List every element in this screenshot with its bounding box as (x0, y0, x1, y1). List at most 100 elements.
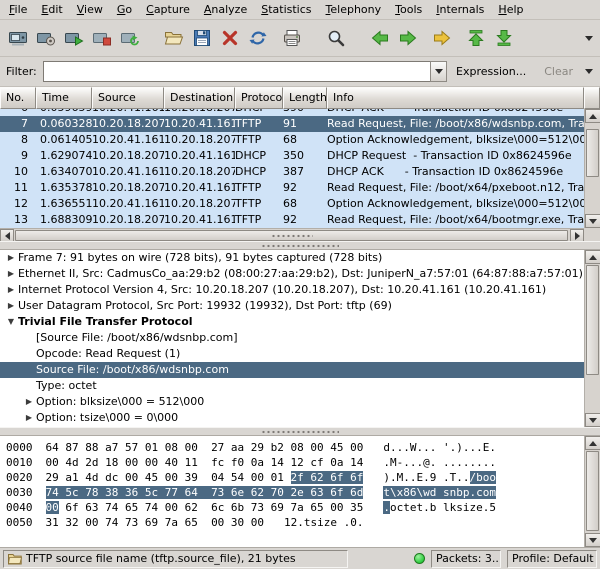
hex-line[interactable]: 005031 32 00 74 73 69 7a 65 00 30 0012.t… (6, 515, 584, 530)
vscroll-thumb[interactable] (586, 129, 599, 177)
scroll-up-button[interactable] (585, 436, 600, 450)
menu-item[interactable]: Edit (34, 1, 69, 19)
expander-icon[interactable]: ▶ (4, 250, 18, 266)
menu-item[interactable]: Tools (388, 1, 429, 19)
hex-vscrollbar[interactable] (584, 436, 600, 547)
hscroll-thumb[interactable] (15, 230, 568, 241)
packet-destination: 10.20.18.207 (164, 132, 235, 148)
capture-options-button[interactable] (32, 24, 60, 52)
capture-start-button[interactable] (60, 24, 88, 52)
menu-item[interactable]: Go (110, 1, 139, 19)
detail-row[interactable]: Type: octet (0, 378, 584, 394)
hex-line[interactable]: 002029 a1 4d dc 00 45 00 39 04 54 00 01 … (6, 470, 584, 485)
packet-row[interactable]: 10 1.634070 10.20.41.161 10.20.18.207 DH… (0, 164, 584, 180)
hex-line[interactable]: 000064 87 88 a7 57 01 08 00 27 aa 29 b2 … (6, 440, 584, 455)
packet-row[interactable]: 12 1.636551 10.20.41.161 10.20.18.207 TF… (0, 196, 584, 212)
detail-row[interactable]: ▶ Option: blksize\000 = 512\000 (0, 394, 584, 410)
details-vscrollbar[interactable] (584, 250, 600, 427)
column-header-no[interactable]: No. (0, 87, 36, 109)
menu-item[interactable]: File (2, 1, 34, 19)
expression-button[interactable]: Expression... (447, 61, 535, 82)
hex-offset: 0020 (6, 471, 33, 484)
capture-restart-button[interactable] (116, 24, 144, 52)
vscroll-thumb[interactable] (586, 451, 599, 531)
detail-row[interactable]: ▶ Frame 7: 91 bytes on wire (728 bits), … (0, 250, 584, 266)
packet-row[interactable]: 13 1.688309 10.20.18.207 10.20.41.161 TF… (0, 212, 584, 228)
column-header-length[interactable]: Length (283, 87, 327, 109)
filter-dropdown-button[interactable] (430, 61, 447, 82)
scroll-corner (584, 228, 600, 241)
scroll-up-button[interactable] (585, 109, 600, 123)
menu-item[interactable]: Capture (139, 1, 197, 19)
detail-row[interactable]: [Source File: /boot/x86/wdsnbp.com] (0, 330, 584, 346)
packet-list-hscrollbar[interactable] (0, 228, 584, 241)
find-packet-button[interactable] (322, 24, 350, 52)
pane-splitter-bottom[interactable] (0, 427, 600, 436)
column-header-source[interactable]: Source (92, 87, 164, 109)
packet-list-vscrollbar[interactable] (584, 109, 600, 228)
scroll-down-button[interactable] (585, 214, 600, 228)
menu-item[interactable]: Analyze (197, 1, 254, 19)
save-file-button[interactable] (188, 24, 216, 52)
capture-interfaces-icon (8, 28, 28, 48)
column-header-info[interactable]: Info (327, 87, 584, 109)
go-back-button[interactable] (366, 24, 394, 52)
scroll-down-button[interactable] (585, 413, 600, 427)
packet-row[interactable]: 7 0.060328 10.20.18.207 10.20.41.161 TFT… (0, 116, 584, 132)
column-header-protocol[interactable]: Protocol (235, 87, 283, 109)
go-forward-button[interactable] (394, 24, 422, 52)
filterbar-overflow-button[interactable] (582, 60, 596, 84)
detail-row[interactable]: ▶ Ethernet II, Src: CadmusCo_aa:29:b2 (0… (0, 266, 584, 282)
goto-first-packet-button[interactable] (462, 24, 490, 52)
menu-item[interactable]: Internals (429, 1, 491, 19)
menu-item[interactable]: Help (491, 1, 530, 19)
detail-row[interactable]: ▶ Option: tsize\000 = 0\000 (0, 410, 584, 426)
packet-row[interactable]: 6 0.059659 10.20.41.161 10.20.18.207 DHC… (0, 109, 584, 116)
expander-icon[interactable]: ▶ (22, 394, 36, 410)
scroll-down-button[interactable] (585, 533, 600, 547)
column-header-time[interactable]: Time (36, 87, 92, 109)
detail-row[interactable]: ▼ Trivial File Transfer Protocol (0, 314, 584, 330)
status-field-info: TFTP source file name (tftp.source_file)… (3, 550, 348, 568)
goto-last-packet-button[interactable] (490, 24, 518, 52)
packet-row[interactable]: 11 1.635378 10.20.18.207 10.20.41.161 TF… (0, 180, 584, 196)
expander-icon[interactable]: ▶ (4, 298, 18, 314)
capture-interfaces-button[interactable] (4, 24, 32, 52)
close-file-button[interactable] (216, 24, 244, 52)
hex-line[interactable]: 003074 5c 78 38 36 5c 77 64 73 6e 62 70 … (6, 485, 584, 500)
menu-item[interactable]: Statistics (254, 1, 318, 19)
hex-line[interactable]: 004000 6f 63 74 65 74 00 62 6c 6b 73 69 … (6, 500, 584, 515)
packet-row[interactable]: 9 1.629074 10.20.18.207 10.20.41.161 DHC… (0, 148, 584, 164)
menu-item[interactable]: Telephony (319, 1, 389, 19)
reload-button[interactable] (244, 24, 272, 52)
status-profile[interactable]: Profile: Default (507, 550, 597, 568)
column-header-destination[interactable]: Destination (164, 87, 235, 109)
packet-bytes-pane: 000064 87 88 a7 57 01 08 00 27 aa 29 b2 … (0, 436, 600, 547)
packet-source: 10.20.18.207 (92, 212, 164, 228)
pane-splitter-top[interactable] (0, 241, 600, 250)
expander-icon[interactable]: ▶ (4, 282, 18, 298)
scroll-up-button[interactable] (585, 250, 600, 264)
capture-stop-button[interactable] (88, 24, 116, 52)
detail-row[interactable]: ▶ User Datagram Protocol, Src Port: 1993… (0, 298, 584, 314)
hex-line[interactable]: 001000 4d 2d 18 00 00 40 11 fc f0 0a 14 … (6, 455, 584, 470)
expander-icon[interactable]: ▶ (4, 266, 18, 282)
detail-row[interactable]: Opcode: Read Request (1) (0, 346, 584, 362)
packet-length: 387 (283, 164, 327, 180)
expander-icon[interactable]: ▼ (4, 314, 18, 330)
print-icon (282, 28, 302, 48)
filter-input[interactable] (43, 61, 430, 82)
goto-packet-button[interactable] (428, 24, 456, 52)
print-button[interactable] (278, 24, 306, 52)
hex-offset: 0040 (6, 501, 33, 514)
clear-filter-button[interactable]: Clear (535, 61, 582, 82)
toolbar-overflow-button[interactable] (582, 26, 596, 50)
open-file-button[interactable] (160, 24, 188, 52)
detail-row[interactable]: ▶ Internet Protocol Version 4, Src: 10.2… (0, 282, 584, 298)
arrow-right-icon (575, 232, 580, 240)
detail-row[interactable]: Source File: /boot/x86/wdsnbp.com (0, 362, 584, 378)
menu-item[interactable]: View (70, 1, 110, 19)
expander-icon[interactable]: ▶ (22, 410, 36, 426)
packet-row[interactable]: 8 0.061405 10.20.41.161 10.20.18.207 TFT… (0, 132, 584, 148)
vscroll-thumb[interactable] (586, 265, 599, 375)
